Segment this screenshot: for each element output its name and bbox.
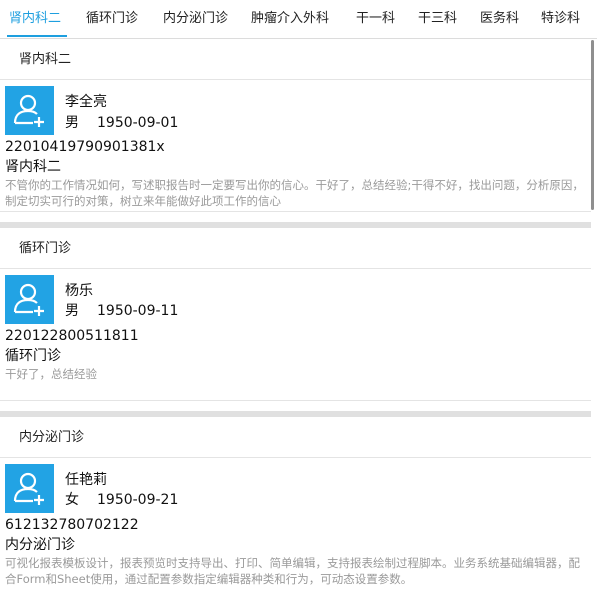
patient-name: 杨乐: [65, 283, 93, 299]
patient-gender: 男: [65, 303, 79, 319]
tab-shen-nei-ke-er[interactable]: 肾内科二: [9, 0, 61, 38]
section-header: 肾内科二: [0, 39, 591, 80]
patient-name: 李全亮: [65, 94, 107, 110]
patient-department: 内分泌门诊: [5, 537, 75, 553]
tab-gan-san-ke[interactable]: 干三科: [418, 0, 457, 38]
tab-zhong-liu-jie-ru-wai-ke[interactable]: 肿瘤介入外科: [251, 0, 329, 38]
card-divider: [0, 400, 591, 401]
section-header: 内分泌门诊: [0, 417, 591, 458]
patient-gender-birth: 男 1950-09-11: [65, 302, 178, 320]
vertical-scrollbar[interactable]: [591, 40, 594, 210]
patient-id-number: 612132780702122: [5, 517, 139, 533]
patient-note: 可视化报表模板设计，报表预览时支持导出、打印、简单编辑，支持报表绘制过程脚本。业…: [5, 556, 580, 586]
patient-gender: 女: [65, 492, 79, 508]
tab-xun-huan-men-zhen[interactable]: 循环门诊: [86, 0, 138, 38]
section-header: 循环门诊: [0, 228, 591, 269]
patient-note: 干好了，总结经验: [5, 367, 97, 381]
add-user-icon-glyph: [13, 472, 44, 505]
tab-te-zhen-ke[interactable]: 特诊科: [541, 0, 580, 38]
tab-nei-fen-mi-men-zhen[interactable]: 内分泌门诊: [163, 0, 228, 38]
patient-birth-date: 1950-09-21: [97, 492, 179, 508]
patient-id-number: 22010419790901381x: [5, 139, 165, 155]
department-tab-bar: 肾内科二 循环门诊 内分泌门诊 肿瘤介入外科 干一科 干三科 医务科 特诊科: [0, 0, 597, 39]
add-user-icon-glyph: [13, 94, 44, 127]
card-divider: [0, 211, 591, 212]
patient-birth-date: 1950-09-01: [97, 115, 179, 131]
tab-gan-yi-ke[interactable]: 干一科: [356, 0, 395, 38]
add-user-icon[interactable]: [5, 275, 54, 324]
patient-gender: 男: [65, 115, 79, 131]
patient-name: 任艳莉: [65, 472, 107, 488]
patient-department: 肾内科二: [5, 159, 61, 175]
patient-gender-birth: 女 1950-09-21: [65, 491, 178, 509]
patient-id-number: 220122800511811: [5, 328, 139, 344]
patient-note: 不管你的工作情况如何，写述职报告时一定要写出你的信心。干好了，总结经验;干得不好…: [5, 178, 584, 208]
patient-gender-birth: 男 1950-09-01: [65, 114, 178, 132]
add-user-icon[interactable]: [5, 464, 54, 513]
add-user-icon[interactable]: [5, 86, 54, 135]
patient-department: 循环门诊: [5, 348, 61, 364]
patient-birth-date: 1950-09-11: [97, 303, 179, 319]
add-user-icon-glyph: [13, 283, 44, 316]
active-tab-indicator: [7, 35, 67, 37]
patient-list[interactable]: 肾内科二 李全亮 男 1950-09-01 22010419790901381x …: [0, 39, 591, 593]
tab-yi-wu-ke[interactable]: 医务科: [480, 0, 519, 38]
